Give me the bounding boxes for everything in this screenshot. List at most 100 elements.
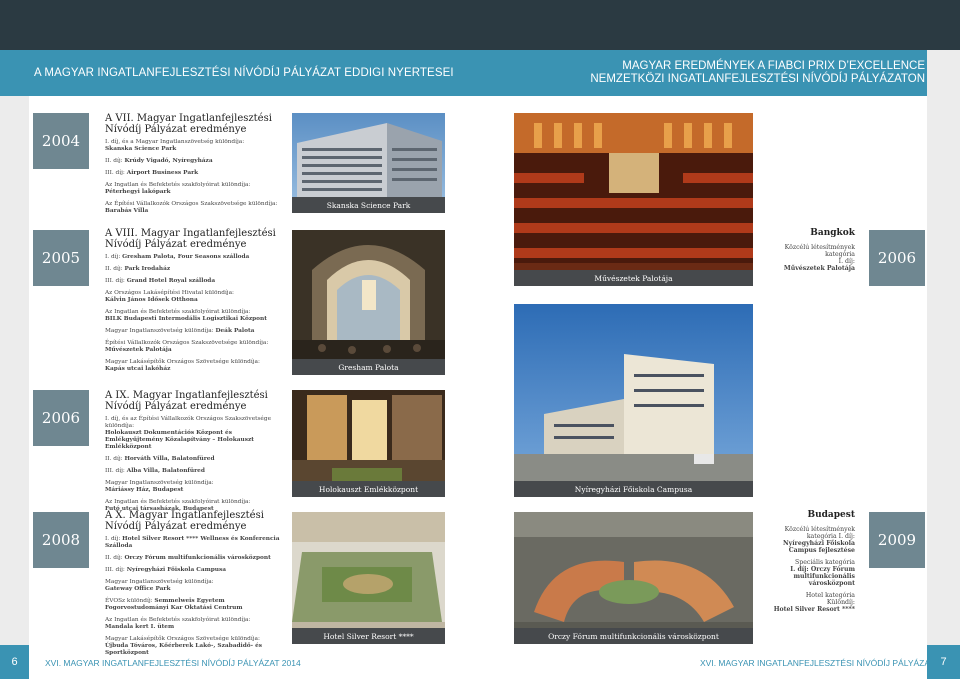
caption-text: Művészetek Palotája bbox=[594, 273, 673, 283]
award-winner: Park Irodaház bbox=[124, 266, 171, 272]
year-badge-2008: 2008 bbox=[33, 512, 89, 568]
fiabci-line: Különdíj: bbox=[826, 599, 855, 606]
award-label: ÉVOSz különdíj: bbox=[105, 598, 153, 604]
award-label: Az Építési Vállalkozók Országos Szakszöv… bbox=[105, 201, 278, 207]
award-winner: Mandala kert I. ütem bbox=[105, 624, 175, 630]
award-label: I. díj: bbox=[105, 536, 121, 542]
fiabci-city: Bangkok bbox=[810, 228, 855, 238]
fiabci-winner: Campus fejlesztése bbox=[788, 547, 855, 554]
results-2005: A VIII. Magyar Ingatlanfejlesztési Nívód… bbox=[105, 228, 285, 378]
footer-right: XVI. MAGYAR INGATLANFEJLESZTÉSI NÍVÓDÍJ … bbox=[700, 658, 956, 668]
award-label: I. díj, és a Magyar Ingatlanszövetség kü… bbox=[105, 139, 245, 145]
photo-hotel-silver-resort bbox=[292, 512, 445, 642]
fiabci-line: kategória bbox=[825, 251, 855, 258]
photo-orczy-forum bbox=[514, 512, 753, 642]
year-right-2006: 2006 bbox=[877, 249, 917, 267]
award-winner: Gateway Office Park bbox=[105, 586, 171, 592]
award-winner: Hotel Silver Resort **** Wellness és Kon… bbox=[105, 536, 280, 549]
fiabci-line: kategória I. díj: bbox=[806, 533, 855, 540]
award-label: Az Ingatlan és Befektetés szakfolyóirat … bbox=[105, 617, 251, 623]
fiabci-winner: Nyíregyházi Főiskola bbox=[782, 540, 855, 547]
fiabci-2006-bangkok: Bangkok Közcélú létesítmények kategória … bbox=[760, 228, 855, 272]
page-number-right: 7 bbox=[940, 656, 947, 668]
photo-muveszetek-palotaja bbox=[514, 113, 753, 284]
award-winner: Máriássy Ház, Budapest bbox=[105, 487, 184, 493]
fiabci-city: Budapest bbox=[807, 510, 855, 520]
results-2005-title: A VIII. Magyar Ingatlanfejlesztési Nívód… bbox=[105, 228, 276, 250]
award-label: I. díj: bbox=[105, 254, 121, 260]
year-badge-2004: 2004 bbox=[33, 113, 89, 169]
award-winner: Művészetek Palotája bbox=[105, 347, 172, 353]
header-right-line2: NEMZETKÖZI INGATLANFEJLESZTÉSI NÍVÓDÍJ P… bbox=[590, 73, 925, 85]
award-winner: Airport Business Park bbox=[126, 170, 199, 176]
footer-left: XVI. MAGYAR INGATLANFEJLESZTÉSI NÍVÓDÍJ … bbox=[45, 658, 301, 668]
award-winner: BILK Budapesti Intermodális Logisztikai … bbox=[105, 316, 267, 322]
award-label: Az Ingatlan és Befektetés szakfolyóirat … bbox=[105, 499, 251, 505]
award-winner: Nyíregyházi Főiskola Campusa bbox=[126, 567, 227, 573]
caption-holokauszt: Holokauszt Emlékközpont bbox=[292, 481, 445, 497]
award-label: Az Ingatlan és Befektetés szakfolyóirat … bbox=[105, 182, 251, 188]
fiabci-line: Speciális kategória bbox=[795, 559, 855, 566]
award-label: Magyar Ingatlanszövetség különdíja: bbox=[105, 480, 214, 486]
caption-text: Hotel Silver Resort **** bbox=[323, 631, 414, 641]
year-2008: 2008 bbox=[41, 531, 81, 549]
year-2004: 2004 bbox=[41, 132, 81, 150]
caption-gresham: Gresham Palota bbox=[292, 359, 445, 375]
caption-text: Gresham Palota bbox=[338, 362, 399, 372]
page-number-left: 6 bbox=[11, 656, 18, 668]
year-badge-2005: 2005 bbox=[33, 230, 89, 286]
award-label: III. díj: bbox=[105, 278, 125, 284]
award-label: Építési Vállalkozók Országos Szakszövets… bbox=[105, 340, 269, 346]
results-2004: A VII. Magyar Ingatlanfejlesztési Nívódí… bbox=[105, 113, 285, 220]
fiabci-2009-budapest: Budapest Közcélú létesítmények kategória… bbox=[760, 510, 855, 613]
award-winner: Kálvin János Idősek Otthona bbox=[105, 297, 198, 303]
award-winner: Skanska Science Park bbox=[105, 146, 177, 152]
award-winner: Holokauszt Dokumentációs Központ és Emlé… bbox=[105, 430, 254, 450]
header-left: A MAGYAR INGATLANFEJLESZTÉSI NÍVÓDÍJ PÁL… bbox=[0, 50, 480, 96]
award-winner: Újbuda Tóváros, Kőérberek Lakó-, Szabadi… bbox=[105, 643, 263, 656]
header-left-text: A MAGYAR INGATLANFEJLESZTÉSI NÍVÓDÍJ PÁL… bbox=[34, 67, 454, 79]
photo-gresham-palota bbox=[292, 230, 445, 375]
award-winner: Horváth Villa, Balatonfüred bbox=[124, 456, 215, 462]
results-2006: A IX. Magyar Ingatlanfejlesztési Nívódíj… bbox=[105, 390, 285, 518]
header-right: MAGYAR EREDMÉNYEK A FIABCI PRIX D’EXCELL… bbox=[480, 50, 927, 96]
award-label: Az Ingatlan és Befektetés szakfolyóirat … bbox=[105, 309, 251, 315]
page-number-left-box: 6 bbox=[0, 645, 29, 679]
award-winner: Gresham Palota, Four Seasons szálloda bbox=[122, 254, 250, 260]
year-2006: 2006 bbox=[41, 409, 81, 427]
award-winner: Péterhegyi lakópark bbox=[105, 189, 171, 195]
award-label: Magyar Ingatlanszövetség különdíja: bbox=[105, 328, 214, 334]
award-label: I. díj, és az Építési Vállalkozók Ország… bbox=[105, 416, 272, 429]
fiabci-line: Közcélú létesítmények bbox=[784, 244, 855, 251]
fiabci-winner: I. díj: Orczy Fórum bbox=[790, 566, 855, 573]
year-badge-right-2006: 2006 bbox=[869, 230, 925, 286]
page-number-right-box: 7 bbox=[927, 645, 960, 679]
award-winner: Krúdy Vigadó, Nyíregyháza bbox=[124, 158, 213, 164]
award-label: III. díj: bbox=[105, 567, 125, 573]
header-right-line1: MAGYAR EREDMÉNYEK A FIABCI PRIX D’EXCELL… bbox=[622, 60, 925, 72]
caption-hotel-silver: Hotel Silver Resort **** bbox=[292, 628, 445, 644]
results-2006-title: A IX. Magyar Ingatlanfejlesztési Nívódíj… bbox=[105, 390, 268, 412]
award-winner: Barabás Villa bbox=[105, 208, 149, 214]
award-label: II. díj: bbox=[105, 158, 123, 164]
award-winner: Alba Villa, Balatonfüred bbox=[126, 468, 205, 474]
award-label: II. díj: bbox=[105, 456, 123, 462]
fiabci-line: Hotel kategória bbox=[805, 592, 855, 599]
results-2008: A X. Magyar Ingatlanfejlesztési Nívódíj … bbox=[105, 510, 285, 662]
left-margin bbox=[0, 96, 29, 679]
top-bar bbox=[0, 0, 960, 50]
results-2008-title: A X. Magyar Ingatlanfejlesztési Nívódíj … bbox=[105, 510, 264, 532]
year-right-2009: 2009 bbox=[877, 531, 917, 549]
fiabci-winner: multifunkcionális bbox=[793, 573, 856, 580]
award-label: III. díj: bbox=[105, 468, 125, 474]
fiabci-winner: Művészetek Palotája bbox=[783, 265, 855, 272]
caption-text: Holokauszt Emlékközpont bbox=[318, 484, 419, 494]
caption-skanska: Skanska Science Park bbox=[292, 197, 445, 213]
award-winner: Kapás utcai lakóház bbox=[105, 366, 171, 372]
caption-muveszetek: Művészetek Palotája bbox=[514, 270, 753, 286]
award-label: Magyar Ingatlanszövetség különdíja: bbox=[105, 579, 214, 585]
results-2004-title: A VII. Magyar Ingatlanfejlesztési Nívódí… bbox=[105, 113, 272, 135]
award-label: Magyar Lakásépítők Országos Szövetsége k… bbox=[105, 636, 260, 642]
right-margin bbox=[927, 50, 960, 679]
fiabci-line: Közcélú létesítmények bbox=[784, 526, 855, 533]
